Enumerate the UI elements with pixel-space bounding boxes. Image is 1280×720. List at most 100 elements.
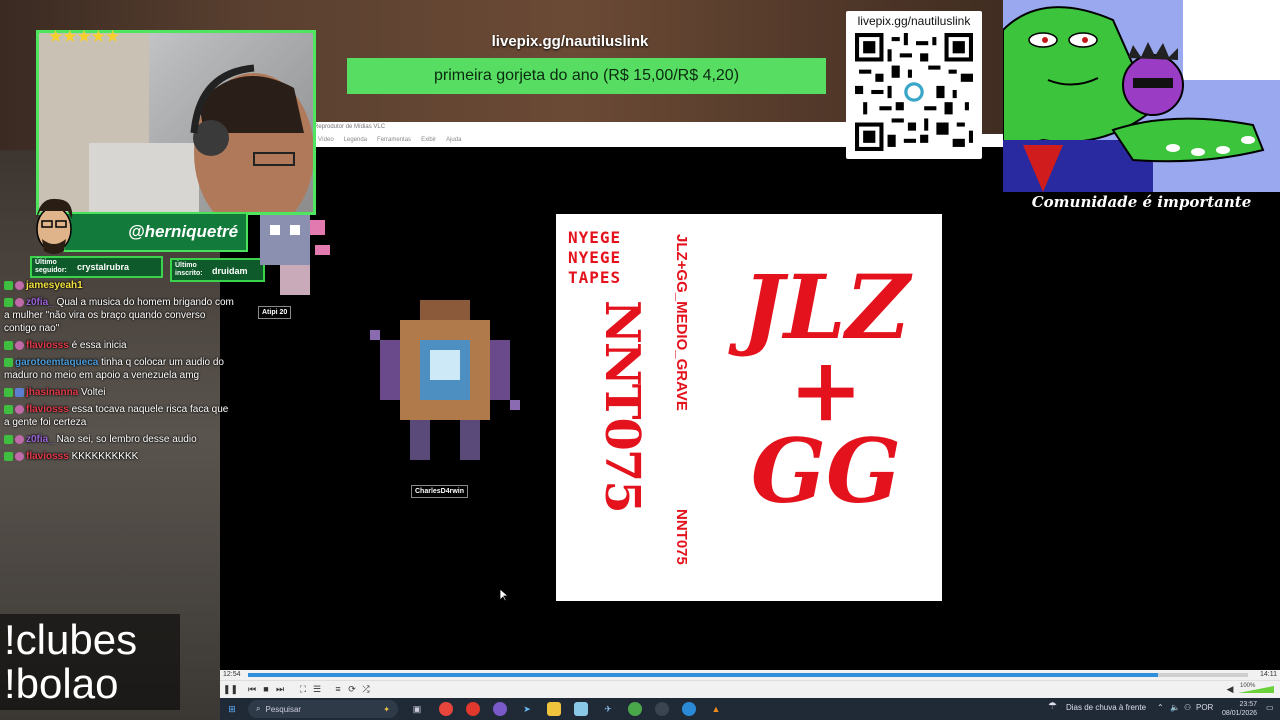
badge-icon — [4, 297, 13, 307]
album-label-line: NYEGE — [568, 228, 622, 247]
album-cover-title: JLZ + GG — [716, 263, 936, 515]
stop-button[interactable]: ■ — [260, 683, 272, 695]
chat-username: garotoemtaqueca — [15, 357, 99, 368]
album-title-line: + — [789, 337, 863, 441]
mouse-cursor-icon — [500, 589, 509, 602]
chat-username: flaviosss — [26, 451, 69, 462]
comic-caption: Comunidade é importante — [1031, 193, 1252, 211]
notepad-icon[interactable] — [574, 702, 588, 716]
network-icon[interactable]: ⚇ — [1184, 703, 1191, 712]
settings-button[interactable]: ☰ — [311, 683, 323, 695]
chat-message: flaviosss KKKKKKKKKK — [4, 450, 236, 463]
chrome-profile-icon[interactable] — [628, 702, 642, 716]
volume-icon[interactable]: ◀ — [1224, 683, 1236, 695]
speaker-icon[interactable]: 🔈 — [1170, 703, 1180, 712]
language-indicator[interactable]: POR — [1196, 703, 1213, 712]
album-label-line: NYEGE — [568, 248, 622, 267]
vlc-window-title: Reprodutor de Mídias VLC — [310, 122, 850, 134]
command-bolao: !bolao — [4, 660, 119, 707]
badge-icon — [15, 451, 24, 461]
album-big-catalog: NNT075 — [594, 300, 650, 512]
pause-button[interactable]: ❚❚ — [223, 683, 238, 695]
menu-item-ferramentas[interactable]: Ferramentas — [377, 137, 411, 144]
badge-icon — [15, 404, 24, 414]
badge-icon — [15, 340, 24, 350]
search-placeholder: Pesquisar — [265, 704, 302, 714]
twitch-icon[interactable] — [493, 702, 507, 716]
next-button[interactable]: ⏭ — [274, 683, 286, 695]
tray-chevron-icon[interactable]: ⌃ — [1157, 703, 1164, 712]
badge-icon — [4, 404, 13, 414]
album-label-block: NYEGE NYEGE TAPES — [568, 228, 621, 288]
menu-item-legenda[interactable]: Legenda — [344, 137, 367, 144]
donation-url: livepix.gg/nautiluslink — [491, 33, 649, 50]
clock-date: 08/01/2026 — [1222, 710, 1258, 717]
seek-bar-progress[interactable] — [248, 673, 1158, 677]
time-total: 14:11 — [1260, 671, 1277, 678]
badge-icon — [15, 434, 24, 444]
playlist-button[interactable]: ≡ — [332, 683, 344, 695]
windows-start-icon[interactable]: ⊞ — [225, 702, 239, 716]
fullscreen-button[interactable]: ⛶ — [297, 683, 309, 695]
last-follower-name: crystalrubra — [77, 262, 130, 272]
ghost-sprite-icon — [260, 215, 330, 295]
vlc-icon[interactable]: ▲ — [709, 702, 723, 716]
chat-username: z0fia_ — [26, 297, 54, 308]
opera-icon[interactable] — [466, 702, 480, 716]
streamer-avatar-icon — [36, 198, 73, 254]
chat-username: jhasinanna — [26, 387, 79, 398]
task-view-icon[interactable]: ▣ — [410, 702, 424, 716]
command-clubes: !clubes — [4, 616, 138, 663]
album-catalog: NNT075 — [673, 509, 690, 565]
badge-icon — [4, 340, 13, 350]
chat-text: Nao sei, so lembro desse audio — [56, 434, 197, 445]
badge-icon — [4, 280, 13, 290]
taskbar-search[interactable]: ⌕ Pesquisar ✦ — [248, 700, 398, 718]
last-sub-label: Último inscrito: — [175, 262, 203, 277]
chat-username: jamesyeah1 — [26, 280, 83, 291]
commands-overlay: !clubes !bolao — [0, 614, 180, 710]
notifications-icon[interactable]: ▭ — [1266, 703, 1274, 712]
chat-username: z0fia_ — [26, 434, 54, 445]
shuffle-button[interactable]: ⤮ — [360, 683, 372, 695]
taskbar-clock[interactable]: 23:57 08/01/2026 — [1222, 700, 1257, 718]
obs-icon[interactable] — [655, 702, 669, 716]
rating-stars: ★★★★★ — [48, 27, 120, 46]
folder-icon[interactable] — [547, 702, 561, 716]
stream-canvas: Reprodutor de Mídias VLC Vídeo Legenda F… — [0, 0, 1280, 720]
weather-text[interactable]: Dias de chuva à frente — [1066, 703, 1146, 712]
chat-message: flaviosss essa tocava naquele risca faca… — [4, 403, 236, 429]
chat-message: jhasinanna Voltei — [4, 386, 236, 399]
album-label-line: TAPES — [568, 268, 622, 287]
badge-icon — [4, 357, 13, 367]
vlc-controls — [220, 680, 1280, 698]
prev-button[interactable]: ⏮ — [246, 683, 258, 695]
sparkle-icon: ✦ — [383, 704, 390, 714]
menu-item-video[interactable]: Vídeo — [318, 137, 334, 144]
comic-panel — [1003, 0, 1280, 192]
steam-icon[interactable]: ✈ — [601, 702, 615, 716]
chat-username: flaviosss — [26, 340, 69, 351]
chat-message: garotoemtaqueca tinha q colocar um audio… — [4, 356, 236, 382]
chat-message: jamesyeah1 — [4, 279, 236, 292]
badge-icon — [4, 387, 13, 397]
badge-icon — [15, 297, 24, 307]
qr-code-icon — [855, 33, 973, 151]
chat-text: KKKKKKKKKK — [71, 451, 139, 462]
loop-button[interactable]: ⟳ — [346, 683, 358, 695]
donation-banner: primeira gorjeta do ano (R$ 15,00/R$ 4,2… — [347, 58, 826, 94]
menu-item-exibir[interactable]: Exibir — [421, 137, 436, 144]
comic-illustration — [1003, 0, 1280, 192]
chat-message: flaviosss é essa inicia — [4, 339, 236, 352]
edge-icon[interactable] — [682, 702, 696, 716]
clock-time: 23:57 — [1239, 701, 1258, 708]
bug-sprite-icon — [370, 300, 520, 460]
app-icon[interactable]: ➤ — [520, 702, 534, 716]
weather-icon[interactable]: ☂ — [1048, 701, 1057, 712]
last-follower-box: Último seguidor: crystalrubra — [30, 256, 163, 278]
search-icon: ⌕ — [256, 704, 261, 713]
menu-item-ajuda[interactable]: Ajuda — [446, 137, 461, 144]
twitter-handle: @herniquetré — [128, 222, 239, 241]
chrome-icon[interactable] — [439, 702, 453, 716]
last-follower-label: Último seguidor: — [35, 259, 67, 274]
